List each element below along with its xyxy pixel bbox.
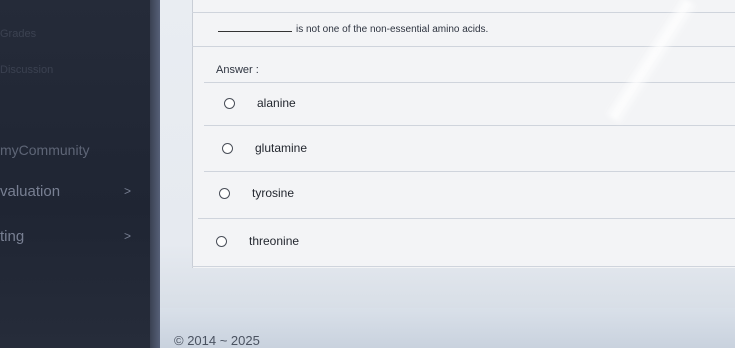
divider — [192, 12, 735, 13]
radio-button[interactable] — [222, 142, 233, 154]
sidebar-divider — [150, 0, 160, 348]
divider — [192, 266, 735, 267]
answer-label: Answer : — [216, 64, 259, 76]
sidebar-item-grades[interactable]: Grades — [0, 28, 36, 40]
divider — [198, 218, 735, 219]
option-glutamine[interactable]: glutamine — [222, 141, 307, 155]
blank-line — [218, 31, 292, 32]
option-threonine[interactable]: threonine — [216, 234, 299, 248]
option-label[interactable]: tyrosine — [252, 186, 294, 200]
chevron-right-icon[interactable]: > — [124, 184, 131, 198]
copyright-text: © 2014 ~ 2025 — [174, 333, 260, 348]
divider — [204, 82, 735, 83]
option-label[interactable]: alanine — [257, 96, 296, 110]
sidebar-item-setting[interactable]: ting — [0, 228, 24, 245]
sidebar: Grades Discussion myCommunity valuation … — [0, 0, 160, 348]
sidebar-item-mycommunity[interactable]: myCommunity — [0, 142, 89, 158]
question-text: is not one of the non-essential amino ac… — [218, 24, 488, 35]
radio-button[interactable] — [224, 97, 235, 109]
question-body: is not one of the non-essential amino ac… — [296, 24, 489, 35]
option-label[interactable]: glutamine — [255, 141, 307, 155]
divider — [204, 171, 735, 172]
sidebar-item-discussion[interactable]: Discussion — [0, 64, 53, 76]
radio-button[interactable] — [219, 187, 230, 199]
option-alanine[interactable]: alanine — [224, 96, 296, 110]
sidebar-item-evaluation[interactable]: valuation — [0, 183, 60, 200]
option-label[interactable]: threonine — [249, 234, 299, 248]
divider — [204, 125, 735, 126]
radio-button[interactable] — [216, 235, 227, 247]
option-tyrosine[interactable]: tyrosine — [219, 186, 294, 200]
chevron-right-icon[interactable]: > — [124, 229, 131, 243]
